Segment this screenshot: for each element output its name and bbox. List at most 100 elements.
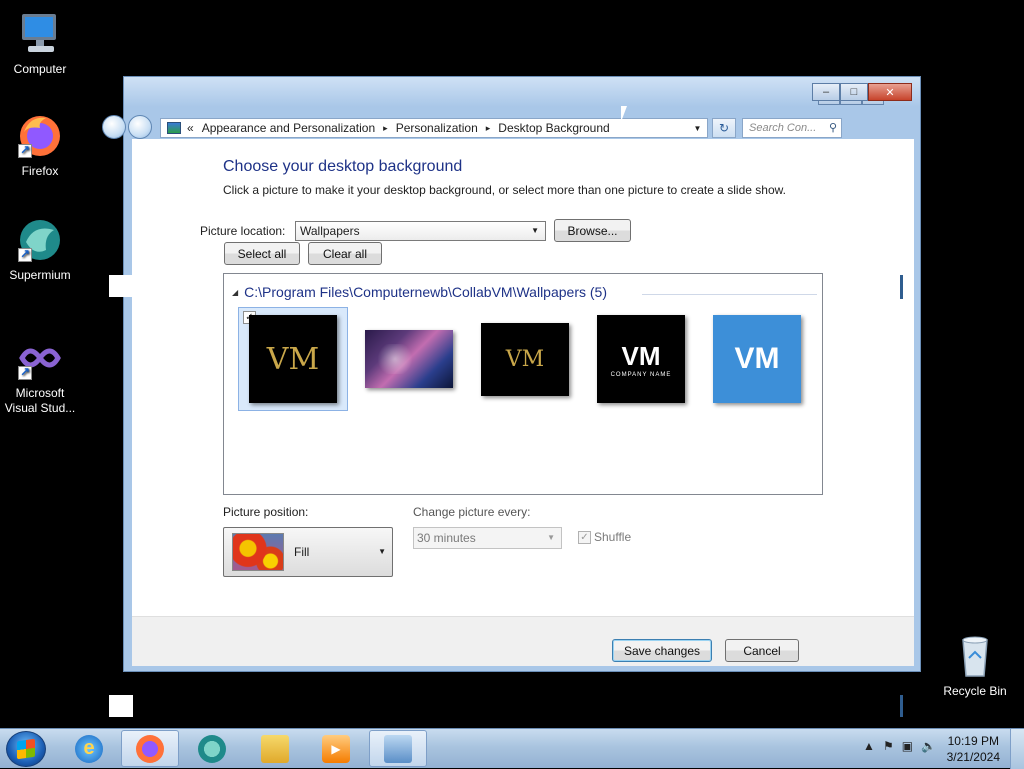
wallpaper-gallery[interactable]: ◢ C:\Program Files\Computernewb\CollabVM…	[223, 273, 823, 495]
address-bar[interactable]: « Appearance and Personalization ▸ Perso…	[160, 118, 690, 138]
clock-date: 3/21/2024	[946, 750, 1000, 764]
select-all-button[interactable]: Select all	[224, 242, 300, 265]
desktop-icon-label: Supermium	[9, 268, 71, 282]
left-edge-marker	[109, 275, 133, 297]
clock-time: 10:19 PM	[947, 734, 999, 748]
control-panel-icon	[167, 122, 181, 134]
supermium-icon	[16, 216, 64, 264]
cancel-button[interactable]: Cancel	[725, 639, 799, 662]
breadcrumb-personalization[interactable]: Personalization	[396, 121, 478, 135]
system-tray: ▲ ⚑ ▣ 🔈	[863, 739, 936, 753]
picture-location-select[interactable]: Wallpapers ▼	[295, 221, 546, 241]
visual-studio-icon	[16, 334, 64, 382]
group-divider	[642, 294, 817, 295]
shortcut-arrow-icon	[18, 365, 32, 380]
address-dropdown-icon[interactable]: ▼	[688, 118, 708, 138]
clock[interactable]: 10:19 PM 3/21/2024	[947, 733, 1000, 765]
title-bar[interactable]: – □ × – □ ✕	[124, 77, 920, 107]
thumbnail-subtext: COMPANY NAME	[610, 371, 672, 378]
computer-icon	[16, 10, 64, 58]
content-pane: Choose your desktop background Click a p…	[109, 139, 914, 717]
picture-position-select[interactable]: Fill ▼	[223, 527, 393, 577]
breadcrumb-separator-icon[interactable]: ▸	[486, 123, 491, 134]
volume-muted-icon[interactable]: 🔈	[921, 739, 936, 753]
chevron-down-icon: ▼	[531, 226, 539, 235]
address-chevron[interactable]: «	[187, 121, 194, 135]
taskbar-media-player[interactable]: ▶	[307, 730, 365, 767]
control-panel-icon	[384, 734, 412, 763]
network-icon[interactable]: ▣	[902, 739, 913, 753]
taskbar-file-explorer[interactable]	[246, 730, 304, 767]
chevron-down-icon: ▼	[378, 547, 386, 556]
taskbar-firefox[interactable]	[121, 730, 179, 767]
mouse-cursor	[621, 106, 627, 122]
change-picture-select[interactable]: 30 minutes ▼	[413, 527, 562, 549]
flower-preview-image	[232, 533, 284, 571]
right-edge-marker	[900, 695, 903, 717]
action-center-flag-icon[interactable]: ⚑	[883, 739, 894, 753]
wallpaper-thumbnail[interactable]: VM	[702, 307, 812, 411]
close-button[interactable]: ✕	[868, 83, 912, 101]
shuffle-label: Shuffle	[594, 530, 632, 544]
desktop: Computer Firefox Supermium Microsoft Vis…	[0, 0, 1024, 728]
thumbnail-text: VM	[621, 340, 661, 371]
refresh-button[interactable]: ↻	[712, 118, 736, 138]
maximize-button[interactable]: □	[840, 83, 868, 101]
save-changes-button[interactable]: Save changes	[612, 639, 712, 662]
search-placeholder: Search Con...	[749, 122, 817, 134]
desktop-icon-label: Recycle Bin	[943, 684, 1007, 698]
supermium-icon	[198, 734, 226, 763]
desktop-background-window: – □ × – □ ✕ « Appearance and Personaliza…	[102, 76, 921, 717]
start-button[interactable]	[6, 731, 46, 767]
clear-all-button[interactable]: Clear all	[308, 242, 382, 265]
wallpaper-image-city	[365, 330, 453, 388]
folder-icon	[261, 734, 289, 763]
shuffle-checkbox[interactable]: ✓ Shuffle	[578, 530, 631, 544]
search-input[interactable]: Search Con... ⚲	[742, 118, 842, 138]
browse-button[interactable]: Browse...	[554, 219, 631, 242]
taskbar-supermium[interactable]	[183, 730, 241, 767]
taskbar: e ▶ ▲ ⚑ ▣ 🔈 10:19 PM 3/21/2024	[0, 728, 1024, 769]
left-edge-marker	[109, 695, 133, 717]
navigation-bar: « Appearance and Personalization ▸ Perso…	[102, 115, 914, 139]
wallpaper-image-vm-blue: VM	[713, 315, 801, 403]
desktop-icon-supermium[interactable]: Supermium	[0, 216, 80, 283]
checkbox-icon: ✓	[578, 530, 591, 544]
wallpaper-thumbnail[interactable]: VM COMPANY NAME	[586, 307, 696, 411]
wallpaper-thumbnail[interactable]: ✓ VM	[238, 307, 348, 411]
show-hidden-icons-icon[interactable]: ▲	[863, 739, 875, 753]
desktop-icon-label: Microsoft	[15, 386, 65, 400]
thumbnail-text: VM	[266, 341, 320, 377]
picture-position-value: Fill	[294, 545, 310, 559]
gallery-group-header[interactable]: ◢ C:\Program Files\Computernewb\CollabVM…	[232, 284, 607, 300]
media-player-icon: ▶	[322, 734, 350, 763]
collapse-icon[interactable]: ◢	[232, 288, 238, 297]
wallpaper-image-vm-black: VM COMPANY NAME	[597, 315, 685, 403]
breadcrumb-separator-icon[interactable]: ▸	[383, 123, 388, 134]
wallpaper-thumbnail[interactable]	[354, 307, 464, 411]
back-button[interactable]	[102, 115, 126, 139]
breadcrumb-desktop-background[interactable]: Desktop Background	[498, 121, 609, 135]
window-controls: – □ ✕	[812, 83, 912, 101]
taskbar-control-panel[interactable]	[369, 730, 427, 767]
show-desktop-button[interactable]	[1010, 729, 1024, 769]
right-edge-marker	[900, 275, 903, 299]
search-icon: ⚲	[828, 122, 837, 134]
breadcrumb-appearance[interactable]: Appearance and Personalization	[202, 121, 375, 135]
minimize-button[interactable]: –	[812, 83, 840, 101]
desktop-icon-visual-studio[interactable]: Microsoft Visual Stud...	[0, 334, 80, 416]
wallpaper-image-vm-gold-small: VM	[481, 322, 569, 396]
desktop-icon-recycle-bin[interactable]: Recycle Bin	[935, 632, 1015, 699]
forward-button[interactable]	[128, 115, 152, 139]
picture-location-label: Picture location:	[200, 224, 286, 238]
chevron-down-icon: ▼	[547, 533, 555, 542]
change-picture-value: 30 minutes	[417, 531, 476, 545]
page-title: Choose your desktop background	[223, 158, 463, 175]
thumbnail-text: VM	[505, 346, 545, 372]
desktop-icon-firefox[interactable]: Firefox	[0, 112, 80, 179]
desktop-icon-computer[interactable]: Computer	[0, 10, 80, 77]
shortcut-arrow-icon	[18, 143, 32, 158]
wallpaper-thumbnail[interactable]: VM	[470, 307, 580, 411]
taskbar-internet-explorer[interactable]: e	[60, 730, 118, 767]
wallpaper-image-vm-gold: VM	[249, 315, 337, 403]
